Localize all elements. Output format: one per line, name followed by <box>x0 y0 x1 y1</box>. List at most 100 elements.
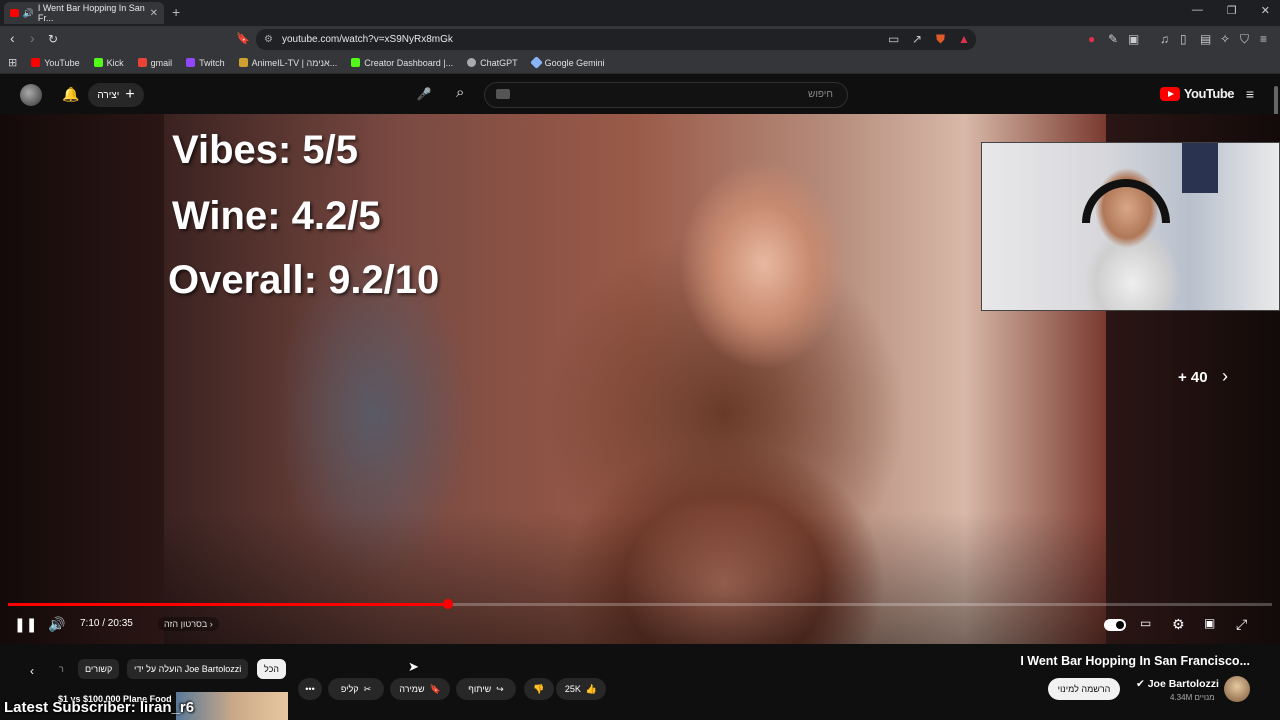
thumbs-up-icon: 👍 <box>585 683 598 694</box>
sidebar-icon[interactable]: ▯ <box>1180 32 1187 46</box>
url-bar[interactable]: ⚙ youtube.com/watch?v=xS9NyRx8mGk <box>256 29 976 50</box>
volume-icon[interactable]: 🔊 <box>48 616 65 633</box>
channel-name-text: Joe Bartolozzi <box>1147 678 1219 690</box>
autoplay-toggle[interactable] <box>1104 619 1126 631</box>
chip-related[interactable]: קשורים <box>78 659 120 679</box>
bookmark-animeil[interactable]: AnimeIL-TV | אנימה... <box>238 58 337 68</box>
reload-icon[interactable]: ↻ <box>48 32 58 46</box>
subtitles-icon[interactable]: ▭ <box>1140 616 1151 630</box>
share-label: שיתוף <box>468 684 492 694</box>
video-overlay-vibes: Vibes: 5/5 <box>172 128 359 172</box>
bookmark-twitch[interactable]: Twitch <box>186 58 225 68</box>
save-button[interactable]: שמירה 🔖 <box>390 678 450 700</box>
more-actions-button[interactable]: ••• <box>298 678 322 700</box>
bookmark-icon[interactable]: 🔖 <box>236 32 250 45</box>
create-button[interactable]: יצירה + <box>88 83 144 107</box>
new-tab-button[interactable]: + <box>172 4 180 20</box>
search-input[interactable]: חיפוש <box>484 82 848 108</box>
cast-icon[interactable]: ▭ <box>888 32 899 46</box>
video-overlay-overall: Overall: 9.2/10 <box>168 258 440 302</box>
voice-search-icon[interactable]: 🎤 <box>414 84 434 104</box>
like-button[interactable]: 25K 👍 <box>556 678 606 700</box>
wall-poster <box>1182 143 1218 193</box>
account-avatar[interactable] <box>20 84 42 106</box>
vpn-icon[interactable]: ⛉ <box>1240 32 1249 47</box>
bookmark-youtube[interactable]: YouTube <box>31 58 80 68</box>
chevron-right-icon[interactable]: › <box>1222 366 1228 387</box>
save-label: שמירה <box>399 684 425 694</box>
bookmark-chatgpt[interactable]: ChatGPT <box>467 58 518 68</box>
channel-subscriber-count: 4.34M מנויים <box>1170 693 1215 702</box>
plus-icon: + <box>125 86 135 103</box>
chip-uploaded-by[interactable]: הועלה על ידי Joe Bartolozzi <box>127 659 249 679</box>
more-items-count[interactable]: + 40 <box>1178 369 1208 386</box>
search-icon[interactable]: ⌕ <box>456 84 464 101</box>
forward-icon[interactable]: › <box>30 30 35 46</box>
miniplayer-icon[interactable]: ▣ <box>1204 616 1215 630</box>
kick-icon <box>351 58 361 67</box>
progress-scrubber[interactable] <box>442 599 453 609</box>
dislike-button[interactable]: 👎 <box>524 678 554 700</box>
chapter-button[interactable]: בסרטון הזה › <box>158 617 219 631</box>
bookmark-creator-dashboard[interactable]: Creator Dashboard |... <box>351 58 453 68</box>
youtube-icon <box>31 58 41 67</box>
guide-menu-icon[interactable]: ≡ <box>1246 86 1254 102</box>
brave-shield-icon[interactable]: ⛊ <box>936 32 945 47</box>
channel-avatar[interactable] <box>1224 676 1250 702</box>
share-arrow-icon: ↪ <box>496 683 504 694</box>
more-dots-icon: ••• <box>305 684 315 694</box>
progress-played[interactable] <box>8 603 448 606</box>
youtube-favicon-icon <box>10 9 19 17</box>
time-display: 7:10 / 20:35 <box>80 618 133 629</box>
minimize-icon[interactable]: — <box>1192 4 1203 17</box>
apps-grid-icon[interactable]: ⊞ <box>8 56 17 69</box>
extensions-icon[interactable]: ✎ <box>1108 32 1118 46</box>
video-title: I Went Bar Hopping In San Francisco... <box>1020 654 1250 668</box>
youtube-logo[interactable]: YouTube <box>1159 86 1235 101</box>
share-icon[interactable]: ↗ <box>912 32 922 46</box>
like-count: 25K <box>564 684 581 694</box>
wallet-icon[interactable]: ▣ <box>1128 32 1139 46</box>
browser-tab[interactable]: 🔊 I Went Bar Hopping In San Fr... ✕ <box>4 2 164 24</box>
tab-title: I Went Bar Hopping In San Fr... <box>37 3 145 23</box>
bookmark-save-icon: 🔖 <box>429 683 441 694</box>
video-player[interactable]: Vibes: 5/5 Wine: 4.2/5 Overall: 9.2/10 +… <box>0 114 1280 644</box>
kick-icon <box>93 58 103 67</box>
headphones <box>1082 179 1170 223</box>
clip-button[interactable]: קליפ ✂ <box>328 678 384 700</box>
settings-gear-icon[interactable]: ⚙ <box>1172 616 1185 633</box>
gemini-icon <box>529 56 543 69</box>
music-icon[interactable]: ♫ <box>1160 32 1169 46</box>
bookmark-gmail[interactable]: gmail <box>137 58 172 68</box>
chapter-label: בסרטון הזה <box>164 619 208 629</box>
bookmark-kick[interactable]: Kick <box>93 58 124 68</box>
notifications-bell-icon[interactable]: 🔔 <box>62 86 79 103</box>
wallet2-icon[interactable]: ▤ <box>1200 32 1211 46</box>
site-info-icon[interactable]: ⚙ <box>264 29 273 50</box>
close-window-icon[interactable]: ✕ <box>1261 4 1270 17</box>
chips-chevron-left-icon[interactable]: ‹ <box>30 664 34 678</box>
url-text: youtube.com/watch?v=xS9NyRx8mGk <box>282 34 453 45</box>
close-tab-icon[interactable]: ✕ <box>150 8 158 19</box>
rewards-icon[interactable]: ▲ <box>958 32 970 46</box>
chatgpt-icon <box>467 58 477 67</box>
bookmarks-bar: ⊞ YouTube Kick gmail Twitch AnimeIL-TV |… <box>0 52 1280 74</box>
record-icon[interactable]: ● <box>1088 32 1095 46</box>
ambient-left <box>0 114 164 644</box>
pause-icon[interactable]: ❚❚ <box>14 616 37 633</box>
leo-icon[interactable]: ✧ <box>1220 32 1230 46</box>
fullscreen-icon[interactable]: ⤢ <box>1236 616 1247 633</box>
browser-menu-icon[interactable]: ≡ <box>1260 32 1267 46</box>
chip-partial[interactable]: ר <box>52 659 71 679</box>
keyboard-icon[interactable] <box>496 89 510 99</box>
back-icon[interactable]: ‹ <box>10 30 15 46</box>
share-button[interactable]: שיתוף ↪ <box>456 678 516 700</box>
channel-name[interactable]: ✔ Joe Bartolozzi <box>1136 678 1219 690</box>
youtube-play-icon <box>1159 86 1180 101</box>
chip-all[interactable]: הכל <box>257 659 287 679</box>
bookmark-gemini[interactable]: Google Gemini <box>529 56 605 69</box>
restore-icon[interactable]: ❐ <box>1227 4 1237 17</box>
subscribe-button[interactable]: הרשמה למינוי <box>1048 678 1120 700</box>
create-label: יצירה <box>97 89 120 101</box>
streamer-webcam <box>981 142 1280 311</box>
